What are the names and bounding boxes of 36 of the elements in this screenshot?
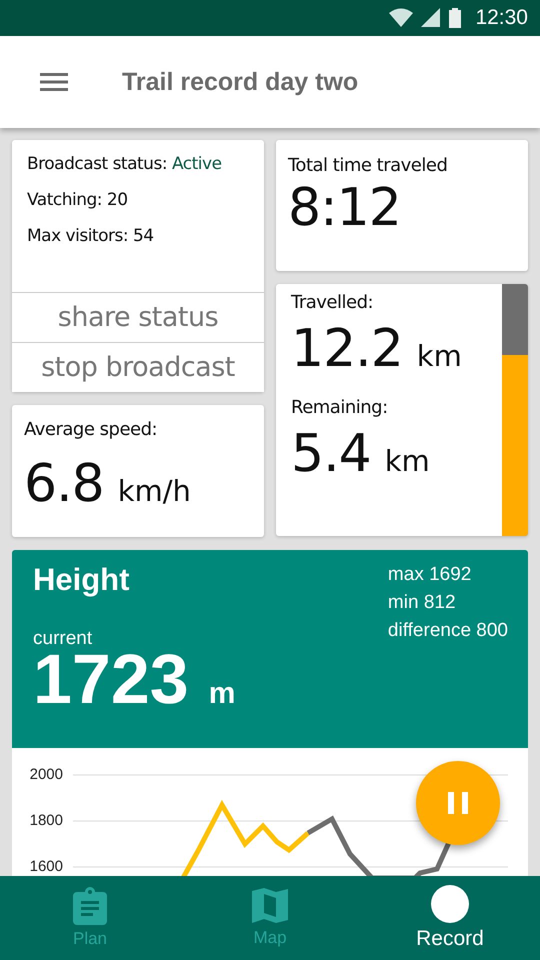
status-value: Active: [172, 154, 222, 174]
time-label: Total time traveled: [288, 155, 448, 176]
battery-icon: [449, 8, 462, 28]
remaining-label: Remaining:: [291, 397, 389, 418]
nav-tab[interactable]: Record: [360, 876, 540, 960]
height-stat: difference 800: [388, 620, 508, 642]
speed-label: Average speed:: [24, 419, 158, 440]
status-label: Broadcast status:: [27, 154, 168, 174]
height-stat: max 1692: [388, 564, 472, 586]
screen-title: Trail record day two: [122, 68, 358, 96]
travelled-label: Travelled:: [291, 292, 374, 313]
menu-icon[interactable]: [40, 73, 68, 91]
time-value: 8:12: [288, 180, 402, 238]
watching-count: Vatching: 20: [27, 190, 129, 210]
axis-tick-label: 1600: [30, 858, 63, 875]
remaining-value: 5.4: [291, 424, 371, 484]
speed-value: 6.8: [24, 454, 104, 514]
speed-unit: km/h: [118, 474, 191, 508]
max-visitors: Max visitors: 54: [27, 226, 155, 246]
map-icon: [252, 888, 288, 924]
height-stat: min 812: [388, 592, 457, 614]
action-button[interactable]: share status: [12, 292, 264, 342]
height-title: Height: [33, 562, 130, 598]
remaining-unit: km: [384, 444, 430, 478]
travelled-value: 12.2: [291, 319, 403, 379]
record-icon: [431, 885, 469, 923]
pause-icon: [448, 792, 468, 814]
travelled-unit: km: [416, 339, 462, 373]
signal-icon: [421, 8, 442, 28]
action-button[interactable]: stop broadcast: [12, 342, 264, 392]
clock: 12:30: [475, 6, 528, 30]
clipboard-icon: [73, 887, 107, 925]
axis-tick-label: 1800: [30, 812, 63, 829]
axis-tick-label: 2000: [30, 766, 63, 783]
height-unit: m: [208, 677, 236, 711]
wifi-icon: [389, 8, 414, 28]
